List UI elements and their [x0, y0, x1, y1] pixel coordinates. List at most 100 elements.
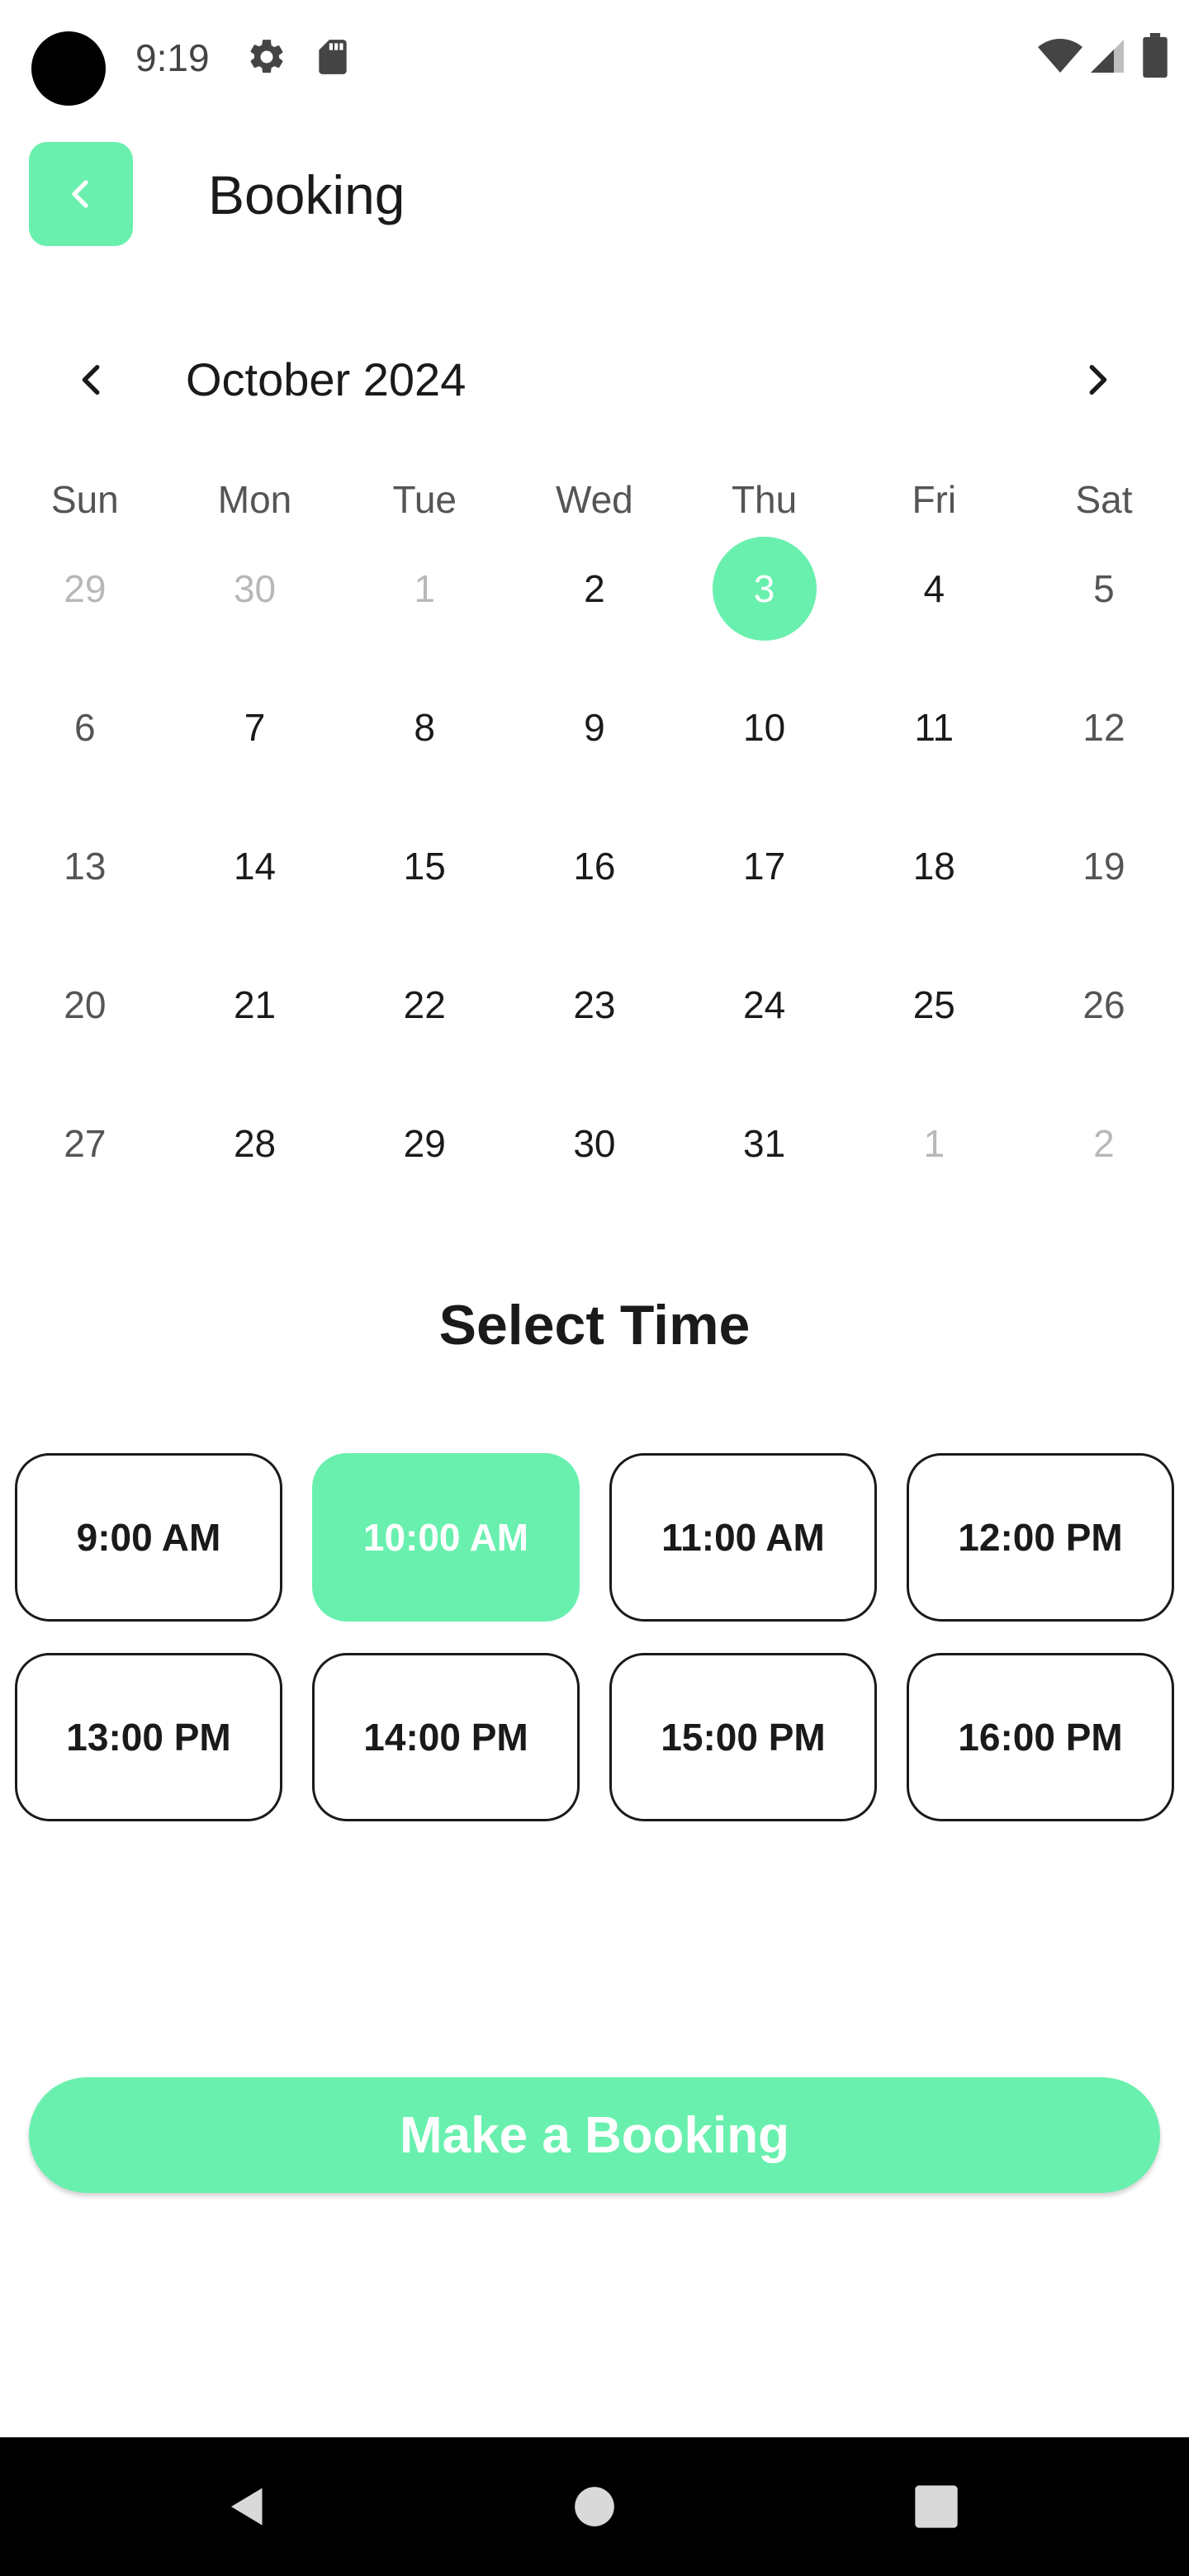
calendar-day-number: 1 [923, 1122, 945, 1165]
nav-recents-icon [915, 2485, 958, 2528]
calendar-day-number: 29 [403, 1122, 446, 1165]
month-label: October 2024 [186, 353, 467, 405]
calendar-day-number: 30 [573, 1122, 616, 1165]
calendar-day[interactable]: 5 [1019, 525, 1189, 664]
calendar-day[interactable]: 27 [0, 1080, 170, 1219]
calendar-day[interactable]: 11 [849, 664, 1019, 803]
calendar-day[interactable]: 14 [170, 803, 340, 941]
calendar-days-grid: 29 30 1 2 3 4 5 6 7 8 9 10 11 12 13 14 15 16 17 18 19 20 21 22 2… [0, 525, 1189, 1219]
calendar-day-number: 18 [912, 845, 955, 888]
calendar-day[interactable]: 22 [339, 941, 509, 1080]
back-button[interactable] [29, 142, 133, 246]
time-slot[interactable]: 16:00 PM [907, 1653, 1174, 1821]
calendar-day-number: 27 [64, 1122, 107, 1165]
calendar-day[interactable]: 15 [339, 803, 509, 941]
select-time-title: Select Time [438, 1294, 751, 1357]
calendar-day[interactable]: 21 [170, 941, 340, 1080]
calendar-day[interactable]: 9 [509, 664, 680, 803]
time-slot[interactable]: 12:00 PM [907, 1453, 1174, 1622]
settings-gear-icon [250, 40, 283, 73]
status-time: 9:19 [135, 36, 210, 79]
calendar-day-number: 4 [923, 567, 945, 610]
time-slot-grid: 9:00 AM 10:00 AM 11:00 AM 12:00 PM 13:00 PM 1… [15, 1453, 1174, 1821]
calendar-day-number: 5 [1093, 567, 1115, 610]
calendar-day-number: 2 [1093, 1122, 1115, 1165]
calendar-day-number: 20 [64, 983, 107, 1026]
wifi-icon [1038, 39, 1082, 73]
calendar-day[interactable]: 19 [1019, 803, 1189, 941]
calendar-day-number: 3 [712, 537, 817, 641]
calendar-day[interactable]: 6 [0, 664, 170, 803]
calendar-day-number: 26 [1082, 983, 1125, 1026]
nav-recents-button[interactable] [879, 2437, 994, 2576]
time-slot[interactable]: 15:00 PM [609, 1653, 877, 1821]
nav-back-icon [231, 2488, 263, 2526]
weekday-label: Fri [912, 478, 957, 521]
calendar-day-number: 8 [414, 706, 436, 749]
calendar-day[interactable]: 1 [339, 525, 509, 664]
calendar-day-number: 2 [584, 567, 605, 610]
calendar-day[interactable]: 8 [339, 664, 509, 803]
sd-card-icon [319, 40, 347, 74]
calendar-day-number: 22 [403, 983, 446, 1026]
calendar-day-number: 10 [743, 706, 786, 749]
calendar-day-number: 1 [414, 567, 436, 610]
weekday-label: Sun [50, 478, 119, 521]
calendar-day[interactable]: 7 [170, 664, 340, 803]
calendar-day-number: 23 [573, 983, 616, 1026]
next-month-button[interactable] [1070, 347, 1123, 413]
previous-month-button[interactable] [66, 347, 119, 413]
weekday-label: Mon [217, 478, 292, 521]
calendar-day-number: 15 [403, 845, 446, 888]
nav-back-button[interactable] [190, 2437, 306, 2576]
status-bar: 9:19 [0, 0, 1189, 116]
calendar-day-number: 17 [743, 845, 786, 888]
calendar-day[interactable]: 28 [170, 1080, 340, 1219]
calendar-day-number: 7 [244, 706, 266, 749]
system-nav-bar [0, 2437, 1189, 2576]
time-slot[interactable]: 13:00 PM [15, 1653, 282, 1821]
calendar-day[interactable]: 2 [1019, 1080, 1189, 1219]
make-booking-button[interactable]: Make a Booking [29, 2077, 1160, 2193]
calendar-day-number: 16 [573, 845, 616, 888]
calendar-day[interactable]: 17 [680, 803, 850, 941]
weekday-label: Thu [731, 478, 798, 521]
calendar-day[interactable]: 2 [509, 525, 680, 664]
calendar-day-number: 24 [743, 983, 786, 1026]
calendar-day-number: 30 [233, 567, 277, 610]
calendar-day[interactable]: 10 [680, 664, 850, 803]
calendar-day-number: 28 [233, 1122, 277, 1165]
nav-home-button[interactable] [537, 2437, 652, 2576]
calendar-day[interactable]: 13 [0, 803, 170, 941]
calendar-day[interactable]: 29 [339, 1080, 509, 1219]
calendar-day[interactable]: 4 [849, 525, 1019, 664]
calendar-day-number: 19 [1082, 845, 1125, 888]
weekday-label: Wed [556, 478, 633, 521]
calendar-day[interactable]: 20 [0, 941, 170, 1080]
calendar-day[interactable]: 31 [680, 1080, 850, 1219]
calendar-day[interactable]: 12 [1019, 664, 1189, 803]
time-slot-selected[interactable]: 10:00 AM [312, 1453, 580, 1622]
weekday-label: Tue [392, 478, 457, 521]
calendar-day[interactable]: 25 [849, 941, 1019, 1080]
calendar-day[interactable]: 1 [849, 1080, 1019, 1219]
nav-home-icon [575, 2487, 614, 2526]
time-slot[interactable]: 9:00 AM [15, 1453, 282, 1622]
calendar-day[interactable]: 18 [849, 803, 1019, 941]
calendar-day[interactable]: 23 [509, 941, 680, 1080]
calendar-day[interactable]: 30 [170, 525, 340, 664]
calendar-day-selected[interactable]: 3 [680, 525, 850, 664]
time-slot[interactable]: 11:00 AM [609, 1453, 877, 1622]
calendar-day[interactable]: 30 [509, 1080, 680, 1219]
time-slot[interactable]: 14:00 PM [312, 1653, 580, 1821]
cell-signal-icon [1091, 40, 1124, 73]
camera-cutout [31, 31, 106, 106]
calendar-day[interactable]: 16 [509, 803, 680, 941]
chevron-left-icon [72, 180, 88, 208]
calendar-day[interactable]: 26 [1019, 941, 1189, 1080]
calendar-day-number: 12 [1082, 706, 1125, 749]
calendar-day[interactable]: 29 [0, 525, 170, 664]
weekday-header: Sun Mon Tue Wed Thu Fri Sat [0, 471, 1189, 528]
booking-screen: 9:19 Booking October 2024 Sun Mon Tue We… [0, 0, 1189, 2576]
calendar-day[interactable]: 24 [680, 941, 850, 1080]
